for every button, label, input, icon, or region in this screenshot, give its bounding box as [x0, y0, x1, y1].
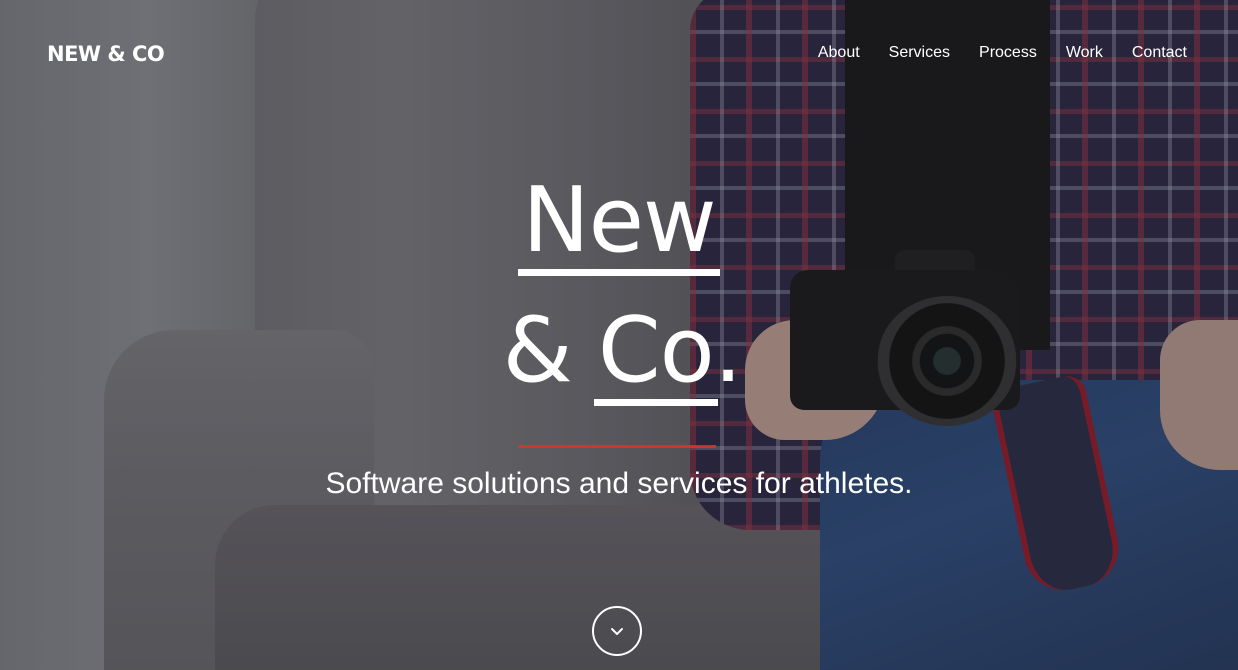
title-ampersand: &	[502, 298, 573, 403]
title-word-new: New	[518, 168, 720, 276]
nav-item-process[interactable]: Process	[979, 44, 1037, 62]
main-nav: About Services Process Work Contact	[818, 44, 1187, 62]
hero-title-line-2: & Co.	[0, 298, 1238, 406]
scroll-down-button[interactable]	[592, 606, 642, 656]
accent-divider	[518, 445, 716, 448]
hero-title-line-1: New	[0, 168, 1238, 276]
title-word-co: Co	[593, 298, 718, 406]
nav-item-contact[interactable]: Contact	[1132, 44, 1187, 62]
hero-tagline: Software solutions and services for athl…	[325, 467, 913, 500]
nav-item-about[interactable]: About	[818, 44, 860, 62]
nav-item-work[interactable]: Work	[1066, 44, 1103, 62]
chevron-down-icon	[611, 628, 623, 635]
nav-item-services[interactable]: Services	[889, 44, 950, 62]
site-logo[interactable]: NEW & CO	[47, 42, 165, 66]
hero-section: NEW & CO About Services Process Work Con…	[0, 0, 1238, 670]
title-period: .	[713, 298, 743, 403]
